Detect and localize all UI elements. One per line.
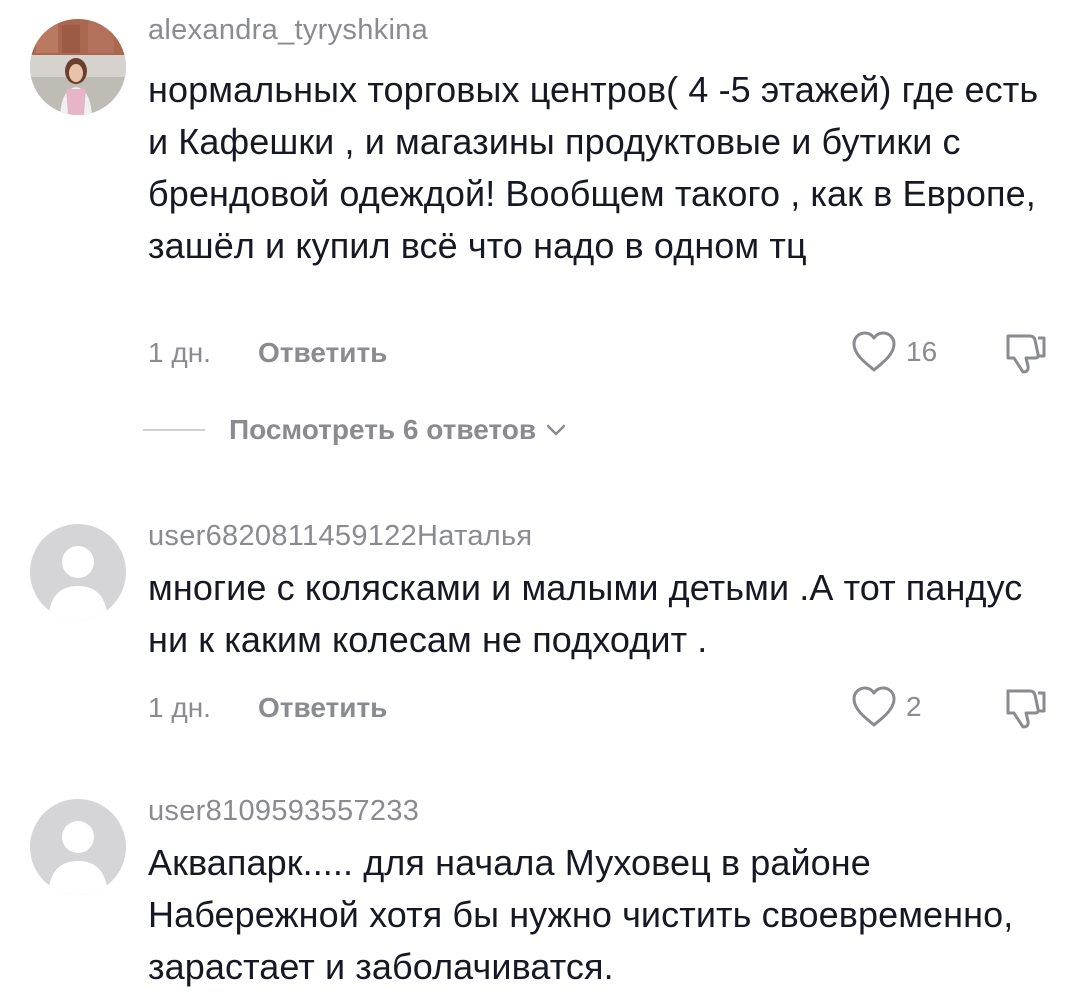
avatar[interactable] — [30, 799, 126, 895]
like-button[interactable]: 2 — [850, 685, 922, 729]
chevron-down-icon — [546, 424, 566, 436]
like-count: 2 — [906, 691, 922, 722]
dislike-button[interactable] — [1000, 685, 1048, 738]
avatar[interactable] — [30, 524, 126, 620]
user-photo-icon — [30, 19, 126, 115]
like-count: 16 — [906, 336, 938, 367]
default-user-icon — [30, 799, 126, 895]
thumbs-down-icon — [1006, 334, 1046, 374]
comment-text: Аквапарк..... для начала Муховец в район… — [148, 842, 1014, 987]
comment-username[interactable]: alexandra_tyryshkina — [148, 14, 428, 47]
reply-button[interactable]: Ответить — [258, 337, 387, 369]
thumbs-down-icon — [1006, 689, 1046, 729]
comment-timestamp: 1 дн. — [148, 337, 211, 368]
divider-line — [143, 429, 205, 431]
default-user-icon — [30, 524, 126, 620]
like-button[interactable]: 16 — [850, 330, 937, 374]
avatar[interactable] — [30, 19, 126, 115]
view-replies-label: Посмотреть 6 ответов — [229, 414, 537, 445]
comment-timestamp: 1 дн. — [148, 692, 211, 723]
dislike-button[interactable] — [1000, 330, 1048, 383]
heart-outline-icon — [852, 686, 896, 727]
comment-text: многие с колясками и малыми детьми .А то… — [148, 567, 1023, 660]
comment-text: нормальных торговых центров( 4 -5 этажей… — [148, 69, 1039, 266]
heart-outline-icon — [852, 331, 896, 372]
comment-username[interactable]: user6820811459122Наталья — [148, 520, 532, 553]
view-replies-button[interactable]: Посмотреть 6 ответов — [143, 414, 568, 446]
reply-button[interactable]: Ответить — [258, 692, 387, 724]
comment-username[interactable]: user8109593557233 — [148, 795, 419, 828]
